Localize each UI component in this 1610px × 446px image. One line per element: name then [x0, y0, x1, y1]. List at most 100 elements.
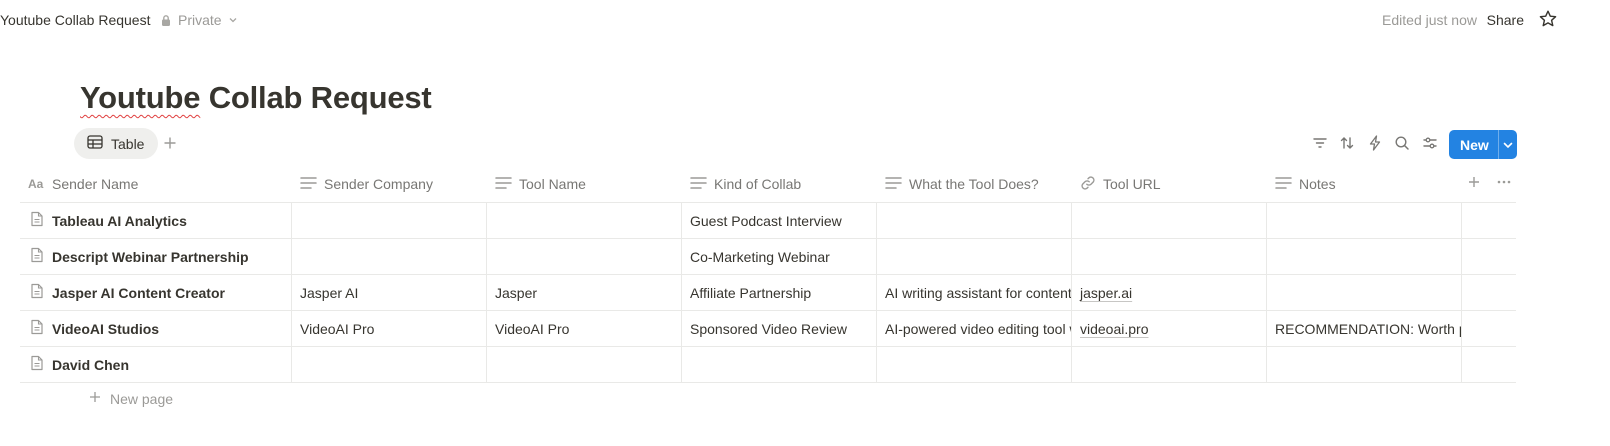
cell-tool-url[interactable]: [1072, 347, 1267, 382]
automation-icon[interactable]: [1366, 134, 1384, 152]
column-header-tool-name[interactable]: Tool Name: [495, 166, 586, 202]
cell-what-the-tool-does[interactable]: [877, 203, 1072, 238]
page-title-rest: Collab Request: [200, 80, 432, 115]
chevron-down-icon: [228, 15, 238, 25]
cell-what-the-tool-does[interactable]: AI-powered video editing tool w: [877, 311, 1072, 346]
cell-sender-name[interactable]: VideoAI Studios: [20, 311, 292, 346]
filter-icon[interactable]: [1311, 134, 1329, 152]
lock-icon: [160, 14, 172, 27]
edited-status: Edited just now: [1382, 12, 1477, 28]
table-row[interactable]: VideoAI Studios VideoAI Pro VideoAI Pro Spo…: [20, 311, 1516, 347]
cell-kind-of-collab[interactable]: [682, 347, 877, 382]
column-header-sender-name[interactable]: Aa Sender Name: [28, 166, 138, 202]
cell-sender-name[interactable]: David Chen: [20, 347, 292, 382]
cell-text: Jasper AI: [300, 284, 359, 301]
text-icon: [690, 176, 707, 193]
column-header-label: Kind of Collab: [714, 176, 802, 192]
cell-tool-url[interactable]: [1072, 239, 1267, 274]
column-header-label: Tool URL: [1103, 176, 1161, 192]
cell-tool-url[interactable]: jasper.ai: [1072, 275, 1267, 310]
cell-text: AI-powered video editing tool w: [885, 320, 1072, 337]
cell-sender-company[interactable]: Jasper AI: [292, 275, 487, 310]
page-title[interactable]: Youtube Collab Request: [80, 80, 432, 116]
column-header-sender-company[interactable]: Sender Company: [300, 166, 433, 202]
new-button-label: New: [1460, 136, 1489, 153]
text-icon: [885, 176, 902, 193]
cell-sender-company[interactable]: [292, 239, 487, 274]
table-row[interactable]: Jasper AI Content Creator Jasper AI Jasper…: [20, 275, 1516, 311]
cell-tool-url[interactable]: videoai.pro: [1072, 311, 1267, 346]
cell-sender-company[interactable]: VideoAI Pro: [292, 311, 487, 346]
cell-tool-url[interactable]: [1072, 203, 1267, 238]
table-row[interactable]: David Chen: [20, 347, 1516, 383]
cell-kind-of-collab[interactable]: Sponsored Video Review: [682, 311, 877, 346]
link-icon: [1080, 175, 1096, 194]
cell-text: David Chen: [52, 356, 130, 373]
cell-kind-of-collab[interactable]: Co-Marketing Webinar: [682, 239, 877, 274]
share-button[interactable]: Share: [1487, 12, 1524, 28]
column-header-label: Sender Company: [324, 176, 433, 192]
database-table: Aa Sender Name Sender Company Tool Name …: [20, 166, 1516, 383]
column-header-label: Sender Name: [52, 176, 139, 192]
tab-table[interactable]: Table: [74, 128, 159, 159]
cell-text: VideoAI Pro: [495, 320, 570, 337]
breadcrumb[interactable]: Youtube Collab Request: [0, 12, 151, 28]
cell-tool-name[interactable]: VideoAI Pro: [487, 311, 682, 346]
cell-what-the-tool-does[interactable]: [877, 347, 1072, 382]
new-page-label: New page: [110, 390, 174, 407]
more-options-icon[interactable]: [1496, 174, 1512, 195]
cell-text: Sponsored Video Review: [690, 320, 847, 337]
cell-sender-company[interactable]: [292, 203, 487, 238]
cell-sender-name[interactable]: Descript Webinar Partnership: [20, 239, 292, 274]
cell-sender-name[interactable]: Tableau AI Analytics: [20, 203, 292, 238]
table-row[interactable]: Tableau AI Analytics Guest Podcast Interv…: [20, 203, 1516, 239]
search-icon[interactable]: [1393, 134, 1411, 152]
column-header-tool-url[interactable]: Tool URL: [1080, 166, 1161, 202]
add-view-plus-icon[interactable]: [160, 133, 180, 153]
column-header-label: Notes: [1299, 176, 1336, 192]
cell-text: VideoAI Studios: [52, 320, 160, 337]
cell-text: VideoAI Pro: [300, 320, 375, 337]
column-header-what-the-tool-does[interactable]: What the Tool Does?: [885, 166, 1039, 202]
table-body: Tableau AI Analytics Guest Podcast Interv…: [20, 203, 1516, 383]
privacy-label: Private: [178, 12, 222, 28]
chevron-down-icon[interactable]: [1499, 139, 1517, 151]
new-page-button[interactable]: New page: [88, 390, 173, 407]
cell-notes[interactable]: RECOMMENDATION: Worth pur: [1267, 311, 1462, 346]
text-icon: [495, 176, 512, 193]
cell-text: Co-Marketing Webinar: [690, 248, 830, 265]
cell-what-the-tool-does[interactable]: AI writing assistant for content: [877, 275, 1072, 310]
privacy-selector[interactable]: Private: [160, 12, 238, 28]
settings-icon[interactable]: [1421, 134, 1439, 152]
cell-text: Jasper: [495, 284, 538, 301]
new-button[interactable]: New: [1449, 130, 1517, 159]
cell-kind-of-collab[interactable]: Guest Podcast Interview: [682, 203, 877, 238]
cell-kind-of-collab[interactable]: Affiliate Partnership: [682, 275, 877, 310]
text-icon: [300, 176, 317, 193]
column-header-kind-of-collab[interactable]: Kind of Collab: [690, 166, 801, 202]
page-icon: [30, 283, 44, 302]
cell-notes[interactable]: [1267, 275, 1462, 310]
cell-tool-name[interactable]: [487, 347, 682, 382]
cell-text: AI writing assistant for content: [885, 284, 1072, 301]
cell-what-the-tool-does[interactable]: [877, 239, 1072, 274]
cell-sender-name[interactable]: Jasper AI Content Creator: [20, 275, 292, 310]
cell-tool-name[interactable]: [487, 239, 682, 274]
page-icon: [30, 247, 44, 266]
cell-sender-company[interactable]: [292, 347, 487, 382]
plus-icon: [88, 390, 102, 407]
text-icon: [1275, 176, 1292, 193]
cell-notes[interactable]: [1267, 203, 1462, 238]
sort-icon[interactable]: [1338, 134, 1356, 152]
cell-tool-name[interactable]: Jasper: [487, 275, 682, 310]
table-row[interactable]: Descript Webinar Partnership Co-Marketing…: [20, 239, 1516, 275]
top-bar: Youtube Collab Request Private Edited ju…: [0, 0, 1610, 42]
page-icon: [30, 319, 44, 338]
cell-notes[interactable]: [1267, 239, 1462, 274]
star-icon[interactable]: [1538, 9, 1558, 29]
column-header-notes[interactable]: Notes: [1275, 166, 1336, 202]
cell-text: RECOMMENDATION: Worth pur: [1275, 320, 1462, 337]
cell-notes[interactable]: [1267, 347, 1462, 382]
add-property-plus-icon[interactable]: [1466, 174, 1482, 195]
cell-tool-name[interactable]: [487, 203, 682, 238]
